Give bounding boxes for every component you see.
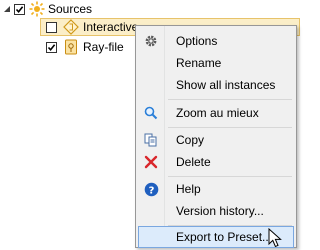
menu-label-export-to-preset: Export to Preset... xyxy=(176,230,273,244)
menu-label-help: Help xyxy=(176,182,201,196)
tree-root-row[interactable]: Sources xyxy=(2,0,92,18)
help-icon: ? xyxy=(138,178,164,200)
copy-icon xyxy=(138,129,164,151)
menu-item-zoom[interactable]: Zoom au mieux xyxy=(138,102,294,124)
tree-root-label[interactable]: Sources xyxy=(48,0,92,18)
ray-file-icon xyxy=(63,39,79,55)
context-menu: Options Rename Show all instances Zoom a… xyxy=(135,25,297,248)
menu-item-help[interactable]: ? Help xyxy=(138,178,294,200)
menu-label-delete: Delete xyxy=(176,155,211,169)
menu-separator xyxy=(168,127,292,128)
sources-sun-icon xyxy=(29,1,45,17)
svg-text:?: ? xyxy=(148,185,154,196)
tree-item-label-interactive[interactable]: Interactive xyxy=(83,18,138,36)
menu-separator xyxy=(168,99,292,100)
menu-item-copy[interactable]: Copy xyxy=(138,129,294,151)
ray-file-checkbox[interactable] xyxy=(46,41,57,53)
collapse-arrow-icon[interactable] xyxy=(2,4,12,14)
menu-label-rename: Rename xyxy=(176,56,222,70)
menu-item-delete[interactable]: Delete xyxy=(138,151,294,173)
delete-x-icon xyxy=(138,151,164,173)
tree-item-label-ray-file[interactable]: Ray-file xyxy=(83,38,124,56)
tree-item-ray-file[interactable]: Ray-file xyxy=(46,38,124,56)
menu-label-copy: Copy xyxy=(176,133,205,147)
tree-item-interactive[interactable]: Interactive xyxy=(46,18,138,36)
menu-label-zoom: Zoom au mieux xyxy=(176,106,259,120)
menu-item-show-all-instances[interactable]: Show all instances xyxy=(138,74,294,96)
menu-separator xyxy=(168,176,292,177)
interactive-source-icon xyxy=(63,19,79,35)
menu-label-version-history: Version history... xyxy=(176,204,264,218)
menu-item-options[interactable]: Options xyxy=(138,30,294,52)
mouse-cursor-icon xyxy=(268,228,282,248)
menu-label-options: Options xyxy=(176,34,218,48)
interactive-checkbox[interactable] xyxy=(46,21,57,33)
root-checkbox[interactable] xyxy=(14,3,25,15)
gear-icon xyxy=(138,30,164,52)
magnifier-icon xyxy=(138,102,164,124)
menu-item-version-history[interactable]: Version history... xyxy=(138,200,294,222)
menu-label-show-all-instances: Show all instances xyxy=(176,78,276,92)
menu-item-rename[interactable]: Rename xyxy=(138,52,294,74)
